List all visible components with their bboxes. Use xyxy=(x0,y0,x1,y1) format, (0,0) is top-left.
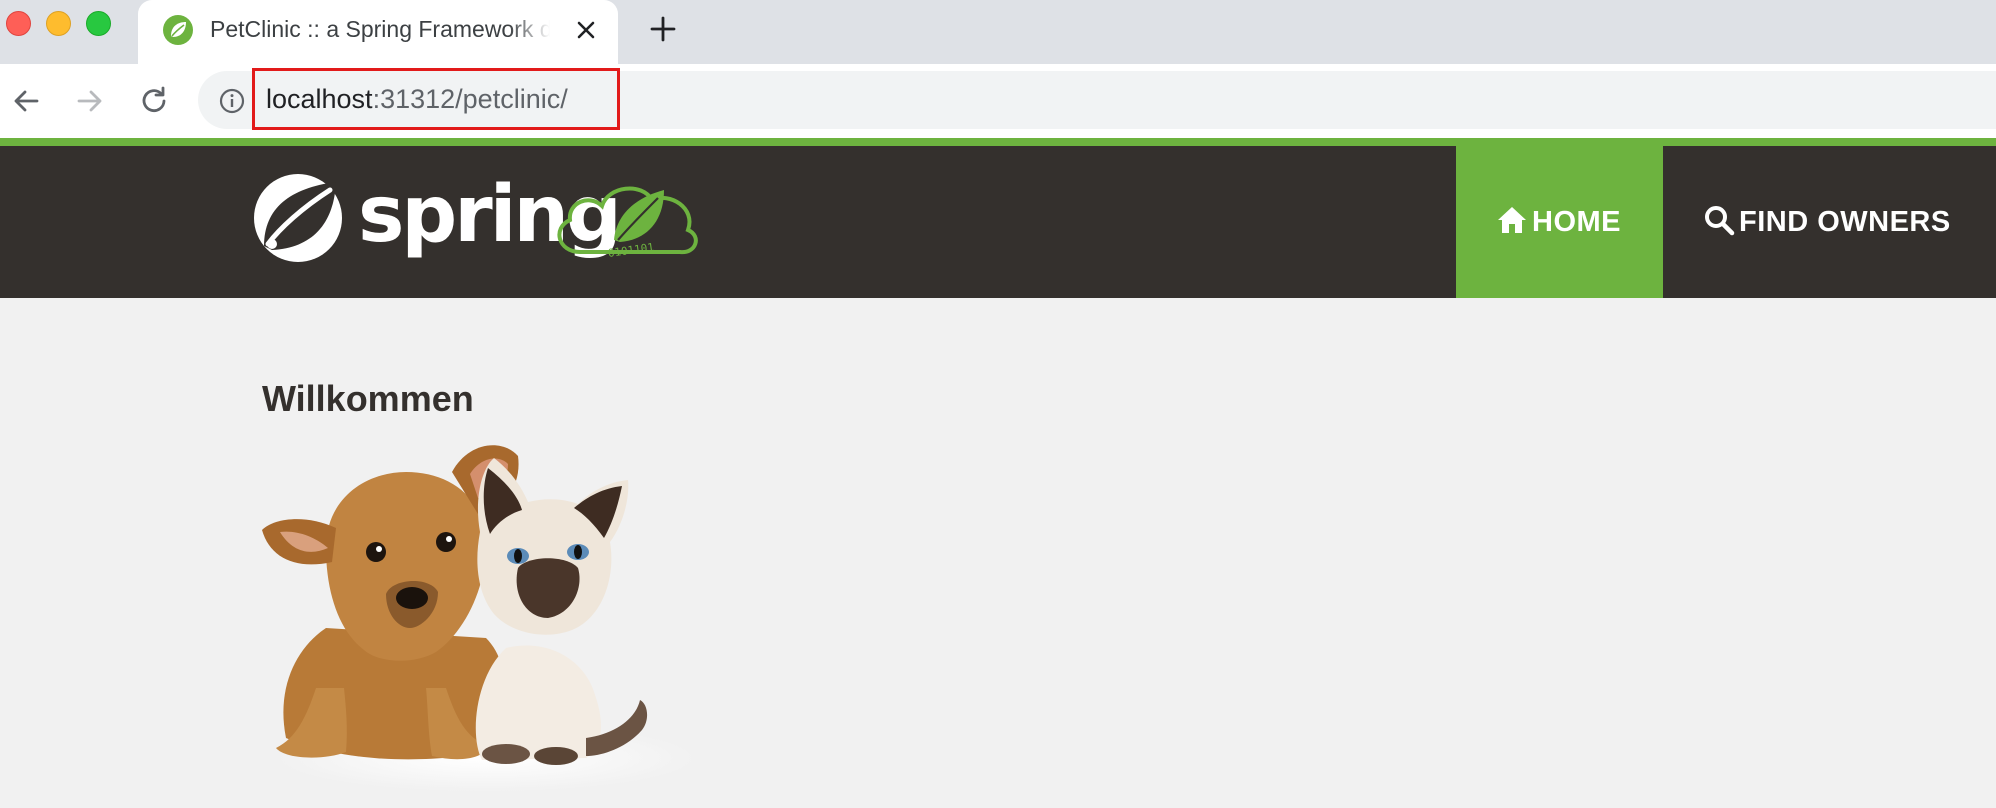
pets-image xyxy=(262,445,696,792)
accent-bar xyxy=(0,138,1996,146)
search-icon xyxy=(1705,206,1735,236)
spring-logo[interactable]: spring 0101101 xyxy=(250,168,710,278)
close-icon[interactable] xyxy=(572,16,600,44)
main-content: Willkommen xyxy=(0,298,1996,808)
maximize-window-button[interactable] xyxy=(86,11,111,36)
close-window-button[interactable] xyxy=(6,11,31,36)
forward-arrow-icon[interactable] xyxy=(72,83,108,119)
url-highlight-box xyxy=(252,68,620,130)
spring-favicon-icon xyxy=(163,15,193,45)
nav-home-label: HOME xyxy=(1532,206,1621,238)
info-icon[interactable] xyxy=(218,87,246,115)
browser-tabstrip: PetClinic :: a Spring Framework demonstr… xyxy=(0,0,1996,64)
site-navbar: spring 0101101 HOME FIND OWNERS xyxy=(0,146,1996,298)
nav-home[interactable]: HOME xyxy=(1456,146,1663,298)
back-arrow-icon[interactable] xyxy=(8,83,44,119)
browser-tab[interactable]: PetClinic :: a Spring Framework demonstr… xyxy=(138,0,618,64)
reload-icon[interactable] xyxy=(136,83,172,119)
nav-find-owners[interactable]: FIND OWNERS xyxy=(1663,146,1996,298)
new-tab-icon[interactable] xyxy=(648,14,678,44)
home-icon xyxy=(1498,207,1526,233)
minimize-window-button[interactable] xyxy=(46,11,71,36)
nav-find-owners-label: FIND OWNERS xyxy=(1739,206,1951,238)
spring-wordmark: spring xyxy=(358,170,619,260)
page-title: Willkommen xyxy=(262,378,474,419)
tab-title: PetClinic :: a Spring Framework demonstr… xyxy=(210,16,550,42)
